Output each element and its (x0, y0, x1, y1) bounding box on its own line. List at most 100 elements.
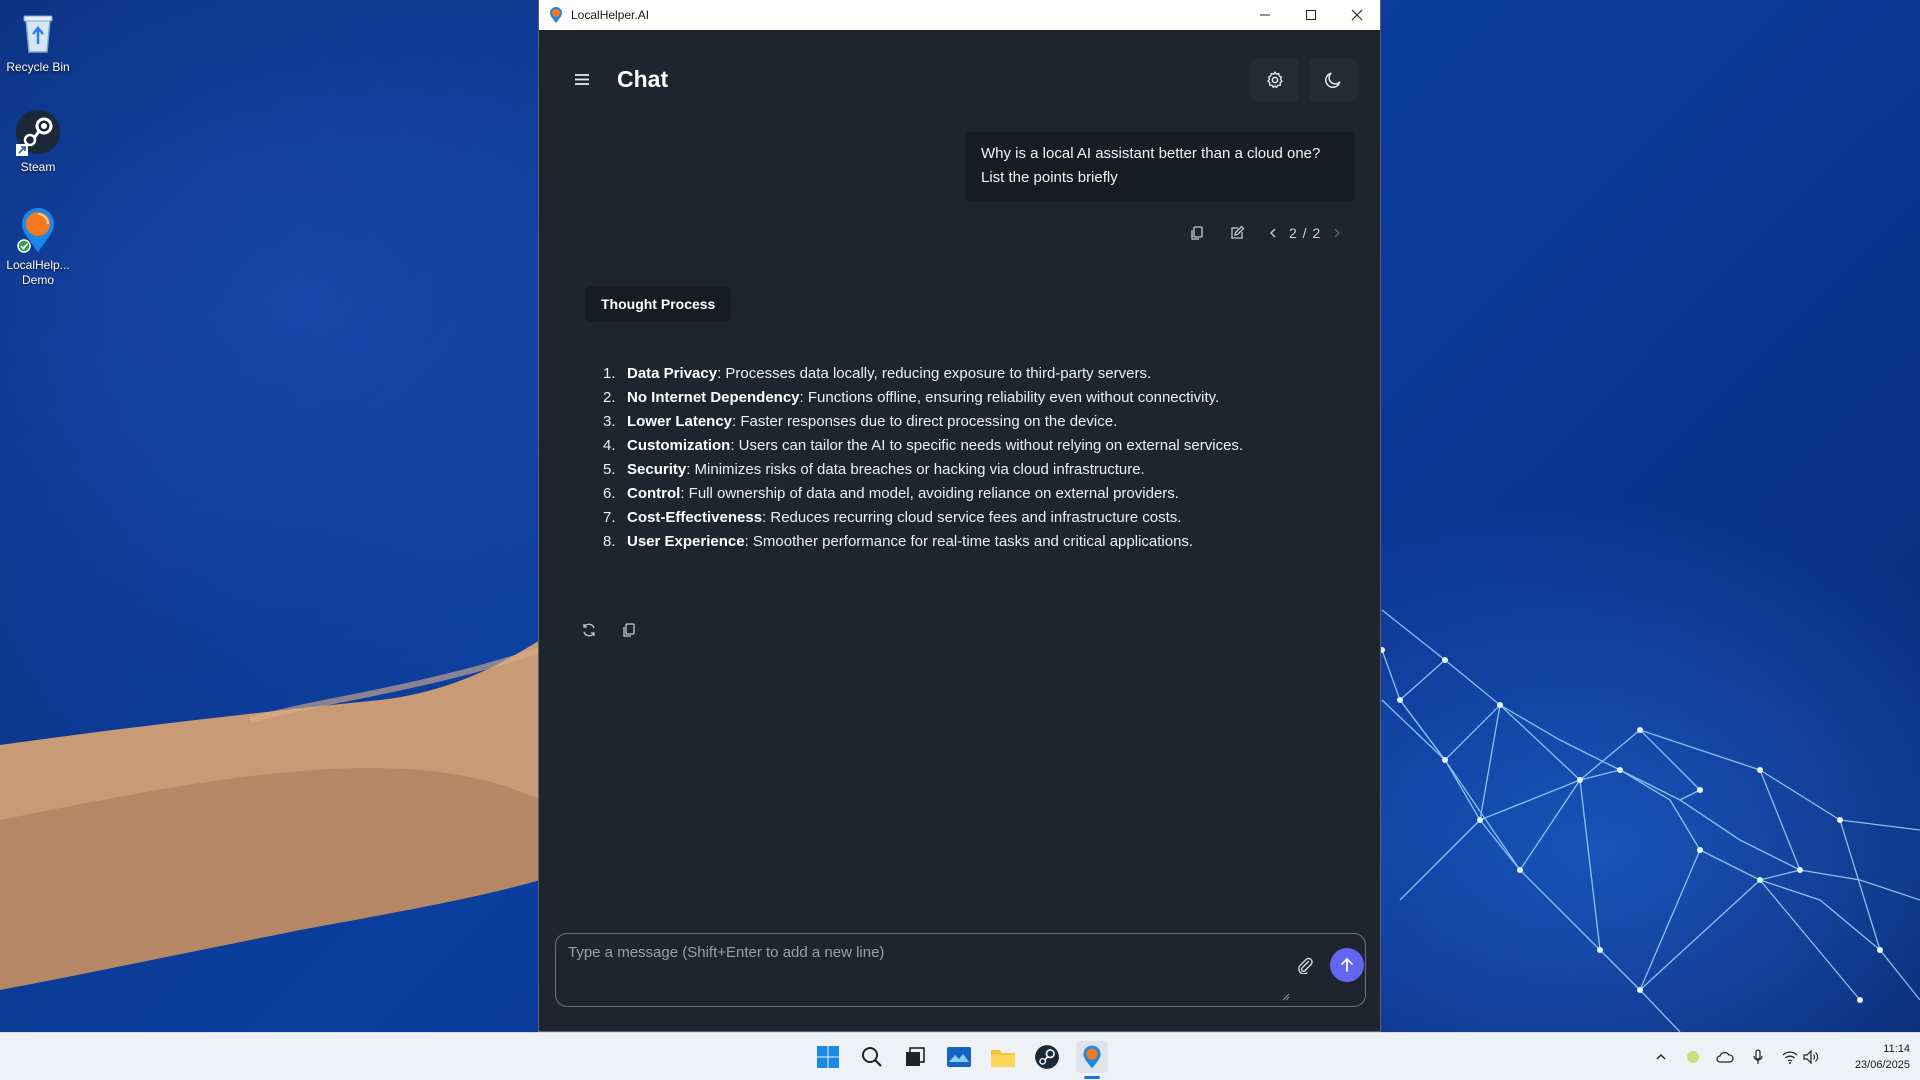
arrow-up-icon (1341, 958, 1353, 972)
copy-response-button[interactable] (617, 618, 641, 642)
search-icon (862, 1047, 882, 1067)
user-message-text: Why is a local AI assistant better than … (981, 145, 1321, 186)
list-item: 6. Control: Full ownership of data and mo… (603, 482, 1289, 506)
chevron-up-icon (1656, 1054, 1666, 1060)
minimize-button[interactable] (1242, 0, 1288, 30)
point-title: Lower Latency (627, 413, 733, 430)
app-window: LocalHelper.AI Chat Why is a local AI as… (538, 0, 1381, 1032)
resize-grip-lines (1282, 993, 1290, 1001)
taskbar-search-button[interactable] (856, 1041, 888, 1073)
user-message-bubble: Why is a local AI assistant better than … (965, 132, 1355, 202)
menu-button[interactable] (571, 70, 593, 88)
previous-version-button[interactable] (1261, 221, 1285, 245)
desktop-icon-recycle-bin[interactable]: Recycle Bin (0, 8, 76, 75)
taskbar-app-steam[interactable] (1031, 1041, 1063, 1073)
point-text: : Faster responses due to direct process… (732, 413, 1118, 430)
tray-overflow-button[interactable] (1651, 1047, 1671, 1067)
message-input[interactable] (568, 944, 1268, 1000)
refresh-icon (583, 623, 595, 637)
paperclip-icon (1298, 957, 1313, 974)
point-title: Security (627, 461, 687, 478)
start-button[interactable] (812, 1041, 844, 1073)
list-item: 7. Cost-Effectiveness: Reduces recurring … (603, 506, 1289, 530)
list-item: 1. Data Privacy: Processes data locally, … (603, 362, 1289, 386)
desktop-icon-label: Recycle Bin (6, 60, 70, 74)
next-version-button[interactable] (1325, 221, 1349, 245)
localhelper-icon (14, 206, 62, 254)
tray-app-status[interactable] (1683, 1047, 1703, 1067)
point-text: : Users can tailor the AI to specific ne… (730, 437, 1244, 454)
list-item: 8. User Experience: Smoother performance … (603, 530, 1289, 554)
windows-logo-icon (817, 1046, 839, 1068)
desktop-icon-label: Steam (20, 160, 56, 174)
desktop-icon-localhelper[interactable]: LocalHelp... Demo (0, 206, 76, 288)
cloud-icon (1716, 1052, 1734, 1063)
edit-message-button[interactable] (1225, 221, 1249, 245)
photos-icon (947, 1047, 971, 1067)
hamburger-icon (575, 74, 589, 85)
maximize-button[interactable] (1288, 0, 1334, 30)
point-title: No Internet Dependency (627, 389, 800, 406)
resize-grip-icon[interactable] (1282, 988, 1290, 1001)
speaker-icon (1803, 1050, 1818, 1064)
steam-icon (1035, 1045, 1059, 1069)
window-titlebar[interactable]: LocalHelper.AI (539, 0, 1380, 30)
list-item: 3. Lower Latency: Faster responses due to… (603, 410, 1289, 434)
taskbar-app-file-explorer[interactable] (987, 1041, 1019, 1073)
clock-date: 23/06/2025 (1854, 1059, 1910, 1071)
tray-microphone[interactable] (1748, 1047, 1768, 1067)
copy-icon (623, 623, 635, 637)
assistant-answer-list: 1. Data Privacy: Processes data locally, … (603, 362, 1289, 554)
list-number: 3. (603, 413, 616, 430)
version-pager: 2 / 2 (1289, 225, 1322, 241)
point-title: User Experience (627, 533, 745, 550)
regenerate-button[interactable] (577, 618, 601, 642)
point-text: : Reduces recurring cloud service fees a… (762, 509, 1182, 526)
task-view-icon (906, 1047, 925, 1066)
moon-icon (1325, 72, 1341, 88)
tray-onedrive[interactable] (1715, 1047, 1735, 1067)
message-composer (555, 933, 1366, 1007)
point-text: : Smoother performance for real-time tas… (744, 533, 1194, 550)
user-message-actions: 2 / 2 (1185, 221, 1349, 245)
edit-icon (1231, 225, 1245, 239)
list-number: 6. (603, 485, 616, 502)
point-title: Data Privacy (627, 365, 718, 382)
microphone-icon (1753, 1049, 1763, 1064)
attach-file-button[interactable] (1291, 951, 1319, 979)
list-item: 2. No Internet Dependency: Functions offl… (603, 386, 1289, 410)
close-button[interactable] (1334, 0, 1380, 30)
theme-toggle-button[interactable] (1309, 58, 1357, 102)
copy-message-button[interactable] (1185, 221, 1209, 245)
settings-button[interactable] (1251, 58, 1299, 102)
list-number: 7. (603, 509, 616, 526)
minimize-icon (1260, 14, 1270, 16)
thought-process-button[interactable]: Thought Process (585, 286, 732, 322)
send-button[interactable] (1330, 948, 1364, 982)
task-view-button[interactable] (899, 1041, 931, 1073)
close-icon (1351, 9, 1363, 21)
assistant-message-actions (577, 618, 641, 642)
point-text: : Full ownership of data and model, avoi… (680, 485, 1179, 502)
taskbar-app-localhelper[interactable] (1076, 1041, 1108, 1073)
thought-process-label: Thought Process (601, 296, 716, 312)
window-title: LocalHelper.AI (571, 8, 650, 22)
point-text: : Minimizes risks of data breaches or ha… (686, 461, 1145, 478)
chevron-left-icon (1270, 228, 1276, 238)
copy-icon (1191, 226, 1203, 240)
desktop-icon-steam[interactable]: Steam (0, 108, 76, 175)
tray-volume[interactable] (1801, 1047, 1821, 1067)
gear-icon (1267, 71, 1283, 89)
tray-wifi[interactable] (1780, 1047, 1800, 1067)
taskbar-clock[interactable]: 11:14 23/06/2025 (1830, 1041, 1910, 1073)
list-number: 5. (603, 461, 616, 478)
point-title: Cost-Effectiveness (627, 509, 763, 526)
list-number: 8. (603, 533, 616, 550)
app-logo-icon (549, 7, 563, 23)
desktop-icon-label: LocalHelp... Demo (6, 258, 70, 287)
taskbar-app-photos[interactable] (943, 1041, 975, 1073)
recycle-bin-icon (14, 8, 62, 56)
chat-header: Chat (539, 30, 1380, 128)
status-dot-icon (1687, 1051, 1699, 1063)
clock-time: 11:14 (1883, 1043, 1910, 1055)
